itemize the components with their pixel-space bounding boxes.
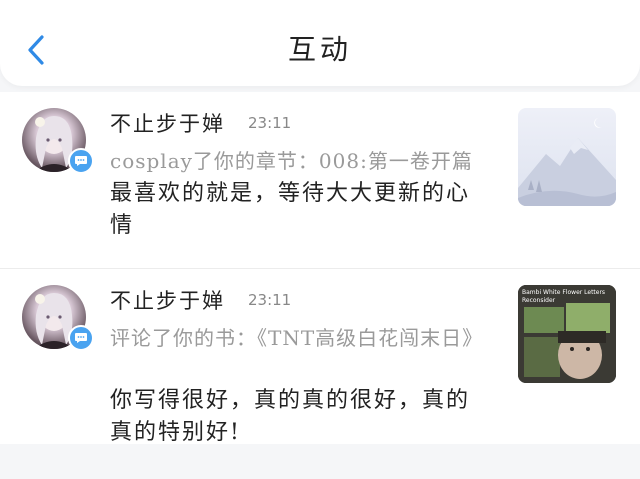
comment-bubble-icon — [75, 156, 87, 166]
interaction-list: 不止步于婵 23:11 cosplay了你的章节：008:第一卷开篇 最喜欢的就… — [0, 92, 640, 445]
comment-badge — [68, 148, 94, 174]
top-bar: 互动 — [0, 0, 640, 86]
comment-text: 你写得很好，真的真的很好，真的真的特别好! — [110, 388, 471, 445]
mountain-moon-placeholder-image — [518, 118, 616, 206]
book-thumbnail[interactable]: Bambi White Flower Letters Reconsider — [518, 285, 616, 383]
comment-text: 最喜欢的就是，等待大大更新的心情 — [110, 181, 471, 238]
timestamp: 23:11 — [248, 291, 292, 309]
user-name[interactable]: 不止步于婵 — [110, 108, 225, 138]
user-name[interactable]: 不止步于婵 — [110, 285, 225, 315]
comment-bubble-icon — [75, 333, 87, 343]
list-item[interactable]: 不止步于婵 23:11 cosplay了你的章节：008:第一卷开篇 最喜欢的就… — [0, 92, 640, 268]
action-text: 评论了你的书：《TNT高级白花闯末日》 — [110, 326, 484, 350]
book-cover-caption: Bambi White Flower Letters Reconsider — [522, 289, 606, 304]
action-text: cosplay了你的章节：008:第一卷开篇 — [110, 149, 473, 173]
list-item[interactable]: 不止步于婵 23:11 评论了你的书：《TNT高级白花闯末日》 你写得很好，真的… — [0, 268, 640, 445]
page-title: 互动 — [287, 33, 352, 66]
chapter-thumbnail[interactable] — [518, 108, 616, 206]
timestamp: 23:11 — [248, 114, 292, 132]
comment-badge — [68, 325, 94, 351]
